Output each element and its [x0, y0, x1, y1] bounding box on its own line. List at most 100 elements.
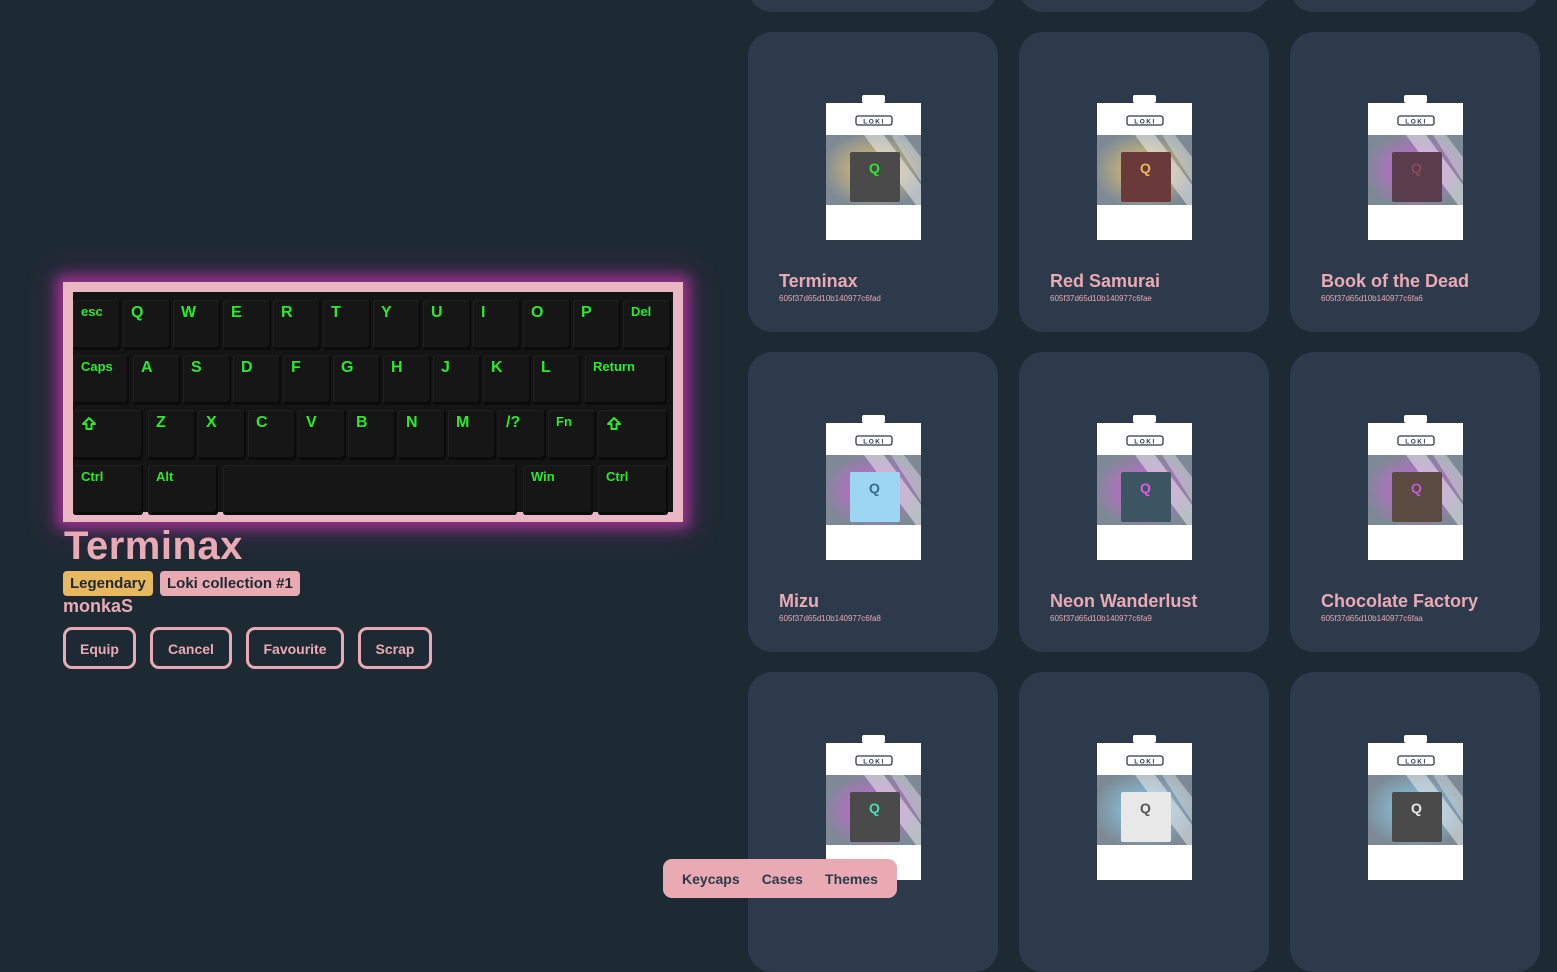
equip-button[interactable]: Equip — [63, 627, 136, 669]
key: Fn — [548, 410, 596, 460]
rarity-badge: Legendary — [63, 571, 153, 596]
item-card[interactable] — [1019, 0, 1269, 12]
key: Q — [123, 300, 171, 350]
keycap-package-icon: Q LOKI — [826, 415, 921, 560]
bottom-nav: Keycaps Cases Themes — [663, 859, 897, 898]
key: U — [423, 300, 471, 350]
item-card[interactable]: Q LOKI Red Samurai 605f37d65d10b140977c6fae — [1019, 32, 1269, 332]
item-title: Terminax — [64, 524, 243, 568]
svg-text:Q: Q — [869, 480, 880, 496]
keycap-package-icon: Q LOKI — [826, 95, 921, 240]
item-card[interactable]: Q LOKI Chocolate Factory 605f37d65d10b14097… — [1290, 352, 1540, 652]
item-card[interactable]: Q LOKI — [748, 672, 998, 972]
key: V — [298, 410, 346, 460]
nav-cases[interactable]: Cases — [762, 871, 803, 887]
item-card[interactable]: Q LOKI — [1019, 672, 1269, 972]
key: Z — [148, 410, 196, 460]
key — [73, 410, 143, 460]
key — [223, 465, 517, 515]
cancel-button[interactable]: Cancel — [150, 627, 232, 669]
key: O — [523, 300, 571, 350]
card-id: 605f37d65d10b140977c6faa — [1321, 614, 1423, 623]
keycap-package-icon: Q LOKI — [1368, 415, 1463, 560]
key: W — [173, 300, 221, 350]
key: L — [533, 355, 581, 405]
collection-badge: Loki collection #1 — [160, 571, 300, 596]
svg-text:Q: Q — [1140, 800, 1151, 816]
scrap-button[interactable]: Scrap — [358, 627, 432, 669]
card-id: 605f37d65d10b140977c6fa8 — [779, 614, 881, 623]
card-title: Mizu — [779, 591, 819, 611]
card-id: 605f37d65d10b140977c6fae — [1050, 294, 1152, 303]
key: N — [398, 410, 446, 460]
keycap-package-icon: Q LOKI — [1097, 415, 1192, 560]
key: Del — [623, 300, 671, 350]
card-title: Red Samurai — [1050, 271, 1161, 291]
keycap-package-icon: Q LOKI — [1097, 95, 1192, 240]
key: Y — [373, 300, 421, 350]
card-title: Chocolate Factory — [1321, 591, 1479, 611]
keycap-package-icon: Q LOKI — [1368, 735, 1463, 880]
card-title: Book of the Dead — [1321, 271, 1470, 291]
key: /? — [498, 410, 546, 460]
item-card[interactable]: Q LOKI Book of the Dead 605f37d65d10b140977… — [1290, 32, 1540, 332]
key: Win — [523, 465, 593, 515]
svg-text:Q: Q — [1140, 480, 1151, 496]
svg-text:Q: Q — [869, 800, 880, 816]
key — [598, 410, 668, 460]
key: esc — [73, 300, 121, 350]
key: I — [473, 300, 521, 350]
key: M — [448, 410, 496, 460]
item-card[interactable]: Q LOKI Mizu 605f37d65d10b140977c6fa8 — [748, 352, 998, 652]
keycap-package-icon: Q LOKI — [1368, 95, 1463, 240]
shift-icon — [607, 417, 621, 430]
key: Ctrl — [73, 465, 143, 515]
item-card[interactable]: Q LOKI Neon Wanderlust 605f37d65d10b140977c… — [1019, 352, 1269, 652]
card-title: Neon Wanderlust — [1050, 591, 1198, 611]
nav-keycaps[interactable]: Keycaps — [682, 871, 740, 887]
key: F — [283, 355, 331, 405]
pack-brand: LOKI — [1134, 759, 1156, 766]
key: Caps — [73, 355, 129, 405]
key: B — [348, 410, 396, 460]
card-id: 605f37d65d10b140977c6fa9 — [1050, 614, 1152, 623]
key: C — [248, 410, 296, 460]
card-title: Terminax — [779, 271, 858, 291]
key: J — [433, 355, 481, 405]
svg-text:Q: Q — [1140, 160, 1151, 176]
key: H — [383, 355, 431, 405]
keyboard-plate: esc Q W E R T Y U I O P Del Caps A S D F G H J K L Return Z X C V B… — [73, 292, 673, 515]
item-card[interactable]: Q LOKI — [1290, 672, 1540, 972]
key: X — [198, 410, 246, 460]
key: K — [483, 355, 531, 405]
key: D — [233, 355, 281, 405]
key: R — [273, 300, 321, 350]
keycap-package-icon: Q LOKI — [1097, 735, 1192, 880]
key: G — [333, 355, 381, 405]
pack-brand: LOKI — [1405, 439, 1427, 446]
svg-text:Q: Q — [1411, 160, 1422, 176]
pack-brand: LOKI — [863, 439, 885, 446]
key: T — [323, 300, 371, 350]
key: S — [183, 355, 231, 405]
svg-text:Q: Q — [869, 160, 880, 176]
card-id: 605f37d65d10b140977c6fa6 — [1321, 294, 1423, 303]
shift-icon — [82, 417, 96, 430]
pack-brand: LOKI — [1405, 119, 1427, 126]
item-card[interactable] — [748, 0, 998, 12]
key: E — [223, 300, 271, 350]
key: Alt — [148, 465, 218, 515]
svg-text:Q: Q — [1411, 480, 1422, 496]
pack-brand: LOKI — [863, 119, 885, 126]
item-card[interactable] — [1290, 0, 1540, 12]
keyboard-preview: esc Q W E R T Y U I O P Del Caps A S D F G H J K L Return Z X C V B… — [63, 282, 683, 522]
nav-themes[interactable]: Themes — [825, 871, 878, 887]
svg-text:Q: Q — [1411, 800, 1422, 816]
pack-brand: LOKI — [1134, 119, 1156, 126]
key: P — [573, 300, 621, 350]
key: Return — [585, 355, 667, 405]
pack-brand: LOKI — [1405, 759, 1427, 766]
favourite-button[interactable]: Favourite — [246, 627, 344, 669]
item-card[interactable]: Q LOKI Terminax 605f37d65d10b140977c6fad — [748, 32, 998, 332]
pack-brand: LOKI — [863, 759, 885, 766]
